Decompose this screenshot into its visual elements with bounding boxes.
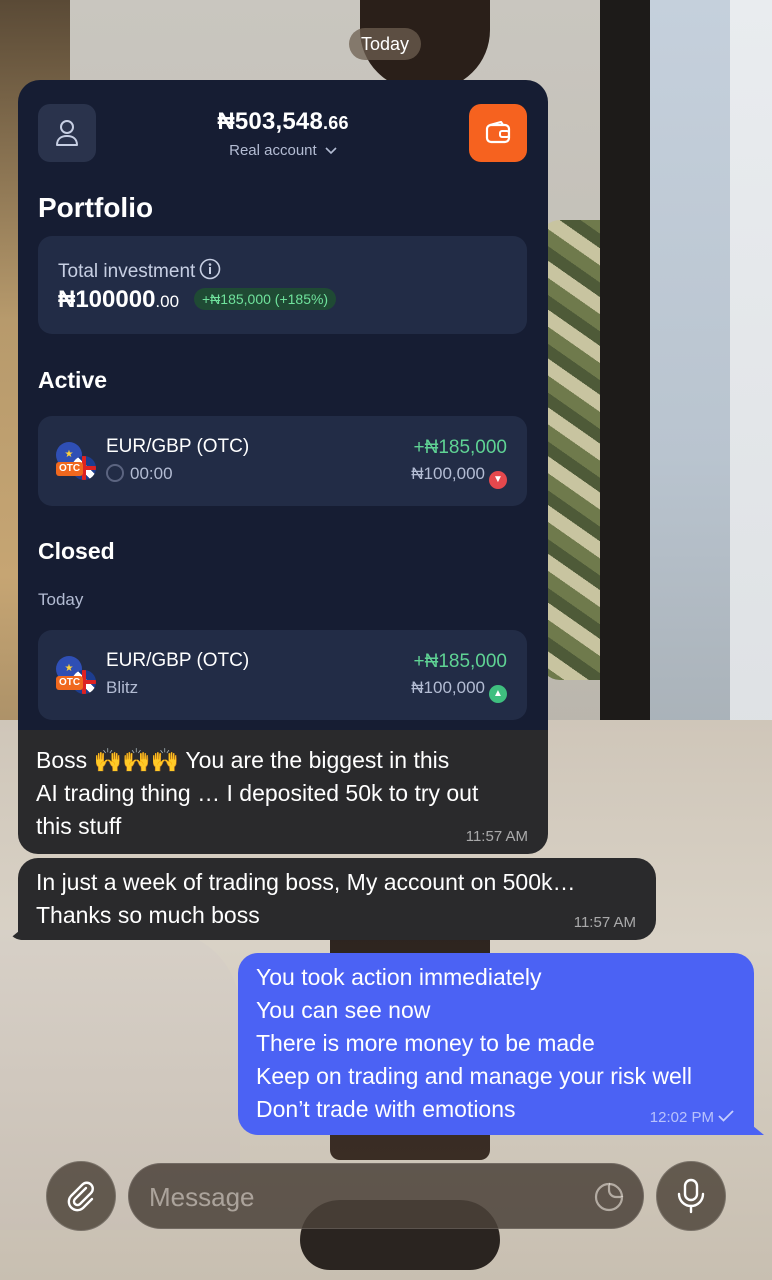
info-icon <box>199 258 221 280</box>
message-line: this stuff <box>36 813 122 839</box>
trade-mode: Blitz <box>106 678 139 697</box>
trade-pair: EUR/GBP (OTC) <box>106 650 250 671</box>
arrow-up-icon: ▲ <box>489 685 507 703</box>
total-investment-main: ₦100000 <box>58 286 156 313</box>
total-investment-label: Total investment <box>58 261 196 282</box>
portfolio-heading: Portfolio <box>38 192 154 223</box>
paperclip-icon <box>67 1181 94 1212</box>
balance-main: ₦503,548 <box>217 108 324 135</box>
balance-decimals: .66 <box>323 113 349 133</box>
total-gain-badge: +₦185,000 (+185%) <box>194 288 337 310</box>
incoming-message[interactable]: In just a week of trading boss, My accou… <box>18 858 656 940</box>
message-line: Thanks so much boss <box>36 902 260 928</box>
closed-heading: Closed <box>38 538 115 564</box>
message-time: 12:02 PM <box>649 1109 714 1126</box>
attach-button[interactable] <box>46 1161 116 1231</box>
message-line: You took action immediately <box>256 964 542 990</box>
message-time-row: 12:02 PM <box>650 1109 734 1127</box>
timer-spinner-icon <box>106 464 124 482</box>
trade-pair: EUR/GBP (OTC) <box>106 436 250 457</box>
date-separator: Today <box>349 28 421 60</box>
active-heading: Active <box>38 367 108 393</box>
message-line: There is more money to be made <box>256 1030 595 1056</box>
microphone-icon <box>677 1178 705 1214</box>
total-investment-amount: ₦100000.00 <box>58 286 179 314</box>
outgoing-message[interactable]: You took action immediately You can see … <box>238 953 754 1135</box>
message-input[interactable] <box>149 1164 579 1230</box>
check-icon <box>718 1110 734 1122</box>
arrow-down-icon: ▼ <box>489 471 507 489</box>
incoming-message[interactable]: Boss 🙌🙌🙌 You are the biggest in this AI … <box>18 730 548 854</box>
chevron-down-icon <box>325 147 337 155</box>
message-line: Keep on trading and manage your risk wel… <box>256 1063 692 1089</box>
account-type-label: Real account <box>229 142 317 159</box>
total-investment-label-row: Total investment <box>58 258 221 283</box>
trade-stake-row: ₦100,000 ▲ <box>411 678 507 703</box>
active-trade-row: ★ OTC EUR/GBP (OTC) 00:00 +₦185,000 ₦100,… <box>38 416 527 506</box>
message-line: You can see now <box>256 997 431 1023</box>
otc-badge: OTC <box>56 676 84 690</box>
total-investment-decimals: .00 <box>155 292 180 311</box>
trade-stake-row: ₦100,000 ▼ <box>411 464 507 489</box>
message-field[interactable] <box>128 1163 644 1230</box>
trade-stake: ₦100,000 <box>411 464 485 483</box>
message-time: 11:57 AM <box>573 914 636 931</box>
otc-badge: OTC <box>56 462 84 476</box>
eur-gbp-flags-icon: ★ OTC <box>56 442 96 482</box>
wallet-icon <box>469 104 527 162</box>
voice-record-button[interactable] <box>656 1161 726 1231</box>
message-line: Boss 🙌🙌🙌 You are the biggest in this <box>36 747 450 773</box>
shared-image-trading-portfolio[interactable]: ₦503,548.66 Real account Portfolio Total… <box>18 80 548 740</box>
total-investment-panel: Total investment ₦100000.00 +₦185,000 (+… <box>38 236 527 334</box>
sticker-icon[interactable] <box>593 1181 625 1213</box>
message-line: AI trading thing … I deposited 50k to tr… <box>36 780 479 806</box>
closed-trade-row: ★ OTC EUR/GBP (OTC) Blitz +₦185,000 ₦100,… <box>38 630 527 720</box>
trade-timer-row: 00:00 <box>106 464 173 484</box>
closed-date-group: Today <box>38 590 84 609</box>
message-time: 11:57 AM <box>465 828 528 845</box>
trade-profit: +₦185,000 <box>413 651 508 672</box>
trade-stake: ₦100,000 <box>411 678 485 697</box>
trade-profit: +₦185,000 <box>413 437 508 458</box>
trade-timer: 00:00 <box>130 464 173 483</box>
eur-gbp-flags-icon: ★ OTC <box>56 656 96 696</box>
message-line: In just a week of trading boss, My accou… <box>36 869 576 895</box>
